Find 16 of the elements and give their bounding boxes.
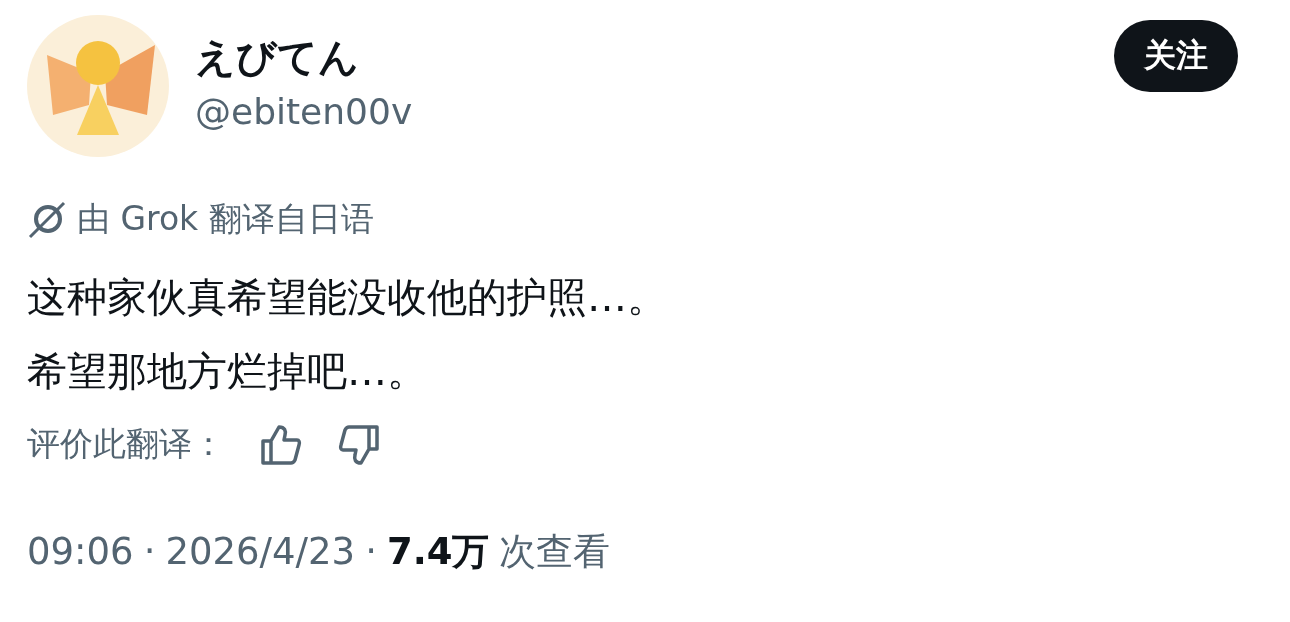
user-handle[interactable]: @ebiten00v: [195, 91, 1088, 132]
follow-button[interactable]: 关注: [1114, 20, 1238, 92]
rate-translation-label: 评价此翻译：: [27, 423, 225, 465]
post-date[interactable]: 2026/4/23: [165, 530, 356, 573]
user-name[interactable]: えびてん: [195, 30, 1088, 85]
separator-dot: ·: [365, 530, 377, 573]
thumbs-up-icon[interactable]: [259, 422, 303, 467]
grok-icon: [27, 199, 67, 240]
post-time[interactable]: 09:06: [27, 530, 134, 573]
thumbs-down-icon[interactable]: [337, 422, 381, 467]
separator-dot: ·: [143, 530, 156, 573]
tweet-text: 希望那地方烂掉吧…。: [27, 347, 428, 396]
translation-note: 由 Grok 翻译自日语: [77, 198, 374, 240]
tweet-text: 这种家伙真希望能没收他的护照…。: [27, 273, 668, 322]
views-label: 次查看: [499, 529, 611, 575]
view-count: 7.4万: [386, 529, 490, 575]
